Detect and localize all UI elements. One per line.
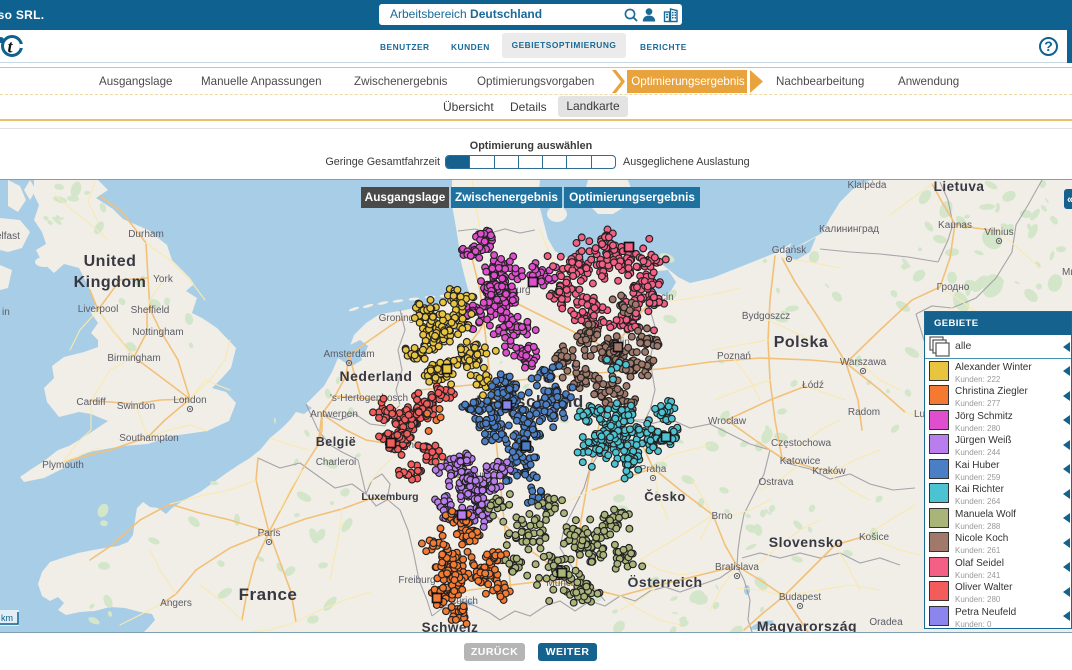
svg-text:Polska: Polska xyxy=(774,334,829,351)
svg-text:Radom: Radom xyxy=(848,407,880,418)
svg-text:Liverpool: Liverpool xyxy=(78,304,119,315)
svg-text:Poznań: Poznań xyxy=(717,351,751,362)
svg-text:Košice: Košice xyxy=(859,532,889,543)
svg-text:Antwerpen: Antwerpen xyxy=(310,409,358,420)
svg-text:York: York xyxy=(153,274,174,285)
svg-text:Sheffield: Sheffield xyxy=(131,305,170,316)
svg-text:Cardiff: Cardiff xyxy=(76,397,105,408)
svg-text:Ми: Ми xyxy=(1062,267,1072,278)
svg-text:Luxemburg: Luxemburg xyxy=(361,491,418,503)
svg-text:Praha: Praha xyxy=(640,464,667,475)
svg-text:Österreich: Österreich xyxy=(627,574,702,590)
svg-text:Česko: Česko xyxy=(644,489,686,504)
svg-text:Charleroi: Charleroi xyxy=(316,457,357,468)
svg-text:Southampton: Southampton xyxy=(119,433,179,444)
svg-text:Nottingham: Nottingham xyxy=(132,327,183,338)
svg-text:Nederland: Nederland xyxy=(340,368,413,384)
svg-text:Bratislava: Bratislava xyxy=(715,562,759,573)
svg-text:Kraków: Kraków xyxy=(812,466,846,477)
svg-text:Budapest: Budapest xyxy=(779,592,821,603)
svg-text:Kaunas: Kaunas xyxy=(938,220,972,231)
svg-text:United: United xyxy=(84,253,137,270)
svg-text:in: in xyxy=(2,307,10,318)
svg-text:Гродно: Гродно xyxy=(937,282,970,293)
svg-text:Bydgoszcz: Bydgoszcz xyxy=(742,311,790,322)
svg-text:Freiburg: Freiburg xyxy=(398,575,435,586)
svg-text:Paris: Paris xyxy=(258,528,281,539)
svg-text:Kingdom: Kingdom xyxy=(74,274,147,291)
svg-text:France: France xyxy=(239,585,298,604)
svg-text:Калининград: Калининград xyxy=(819,224,879,235)
svg-text:Warszawa: Warszawa xyxy=(840,357,887,368)
svg-text:Magyarország: Magyarország xyxy=(757,618,857,632)
svg-text:Angers: Angers xyxy=(160,598,192,609)
svg-text:Wrocław: Wrocław xyxy=(708,416,747,427)
svg-text:Birmingham: Birmingham xyxy=(107,353,160,364)
svg-text:elfast: elfast xyxy=(0,231,20,242)
svg-text:Łódź: Łódź xyxy=(802,380,824,391)
svg-text:km: km xyxy=(1,613,13,623)
svg-text:Klaipėda: Klaipėda xyxy=(848,180,887,191)
svg-text:Ostrava: Ostrava xyxy=(758,477,793,488)
svg-text:'s-Hertogenbosch: 's-Hertogenbosch xyxy=(330,393,408,404)
svg-text:Gdańsk: Gdańsk xyxy=(772,245,807,256)
svg-text:Oradea: Oradea xyxy=(869,617,903,628)
svg-text:Plymouth: Plymouth xyxy=(42,460,84,471)
svg-text:Slovensko: Slovensko xyxy=(769,534,844,550)
svg-text:London: London xyxy=(173,395,206,406)
svg-text:Amsterdam: Amsterdam xyxy=(323,349,374,360)
svg-text:België: België xyxy=(316,435,357,449)
svg-text:Brno: Brno xyxy=(711,511,733,522)
svg-text:«: « xyxy=(1067,194,1072,206)
svg-text:Vilnius: Vilnius xyxy=(984,227,1013,238)
svg-text:Częstochowa: Częstochowa xyxy=(771,438,831,449)
svg-text:Swindon: Swindon xyxy=(117,401,155,412)
svg-text:Lietuva: Lietuva xyxy=(934,180,985,194)
svg-text:Durham: Durham xyxy=(128,229,164,240)
